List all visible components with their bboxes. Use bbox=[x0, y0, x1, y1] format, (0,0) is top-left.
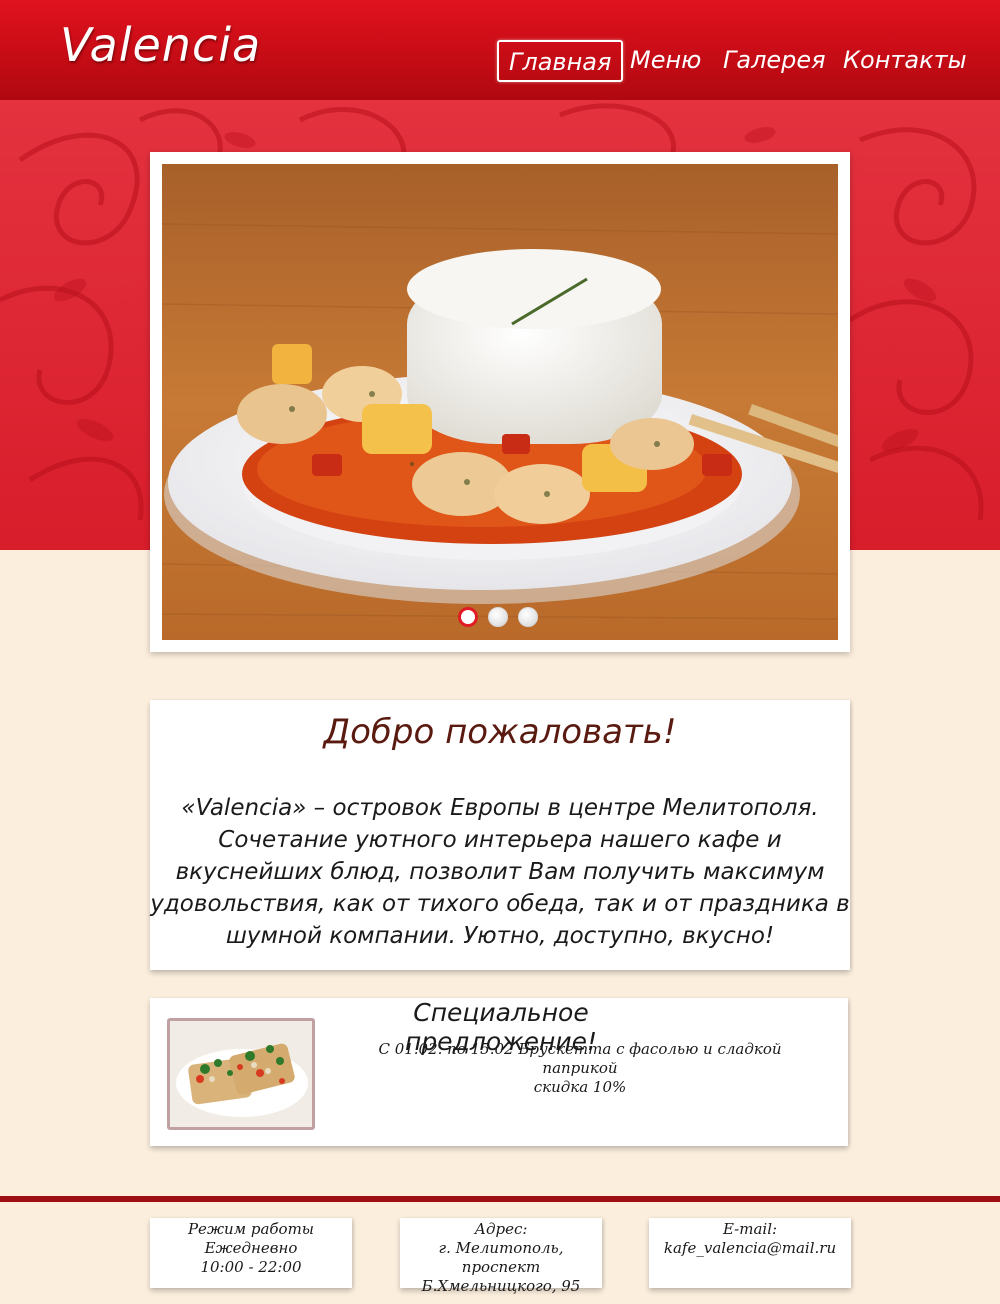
welcome-line: вкуснейших блюд, позволит Вам получить м… bbox=[175, 859, 825, 885]
email-link[interactable]: kafe_valencia@mail.ru bbox=[649, 1239, 851, 1258]
welcome-line: «Valencia» – островок Европы в центре Ме… bbox=[181, 795, 819, 821]
email-label: E-mail: bbox=[722, 1220, 778, 1238]
special-offer-panel: Специальное предложение! С 01.02. по 15.… bbox=[150, 998, 848, 1146]
welcome-line: Сочетание уютного интерьера нашего кафе … bbox=[218, 827, 782, 853]
nav-item-contacts[interactable]: Контакты bbox=[843, 40, 967, 82]
footer-divider bbox=[0, 1196, 1000, 1202]
image-slider bbox=[150, 152, 850, 652]
slider-dot-3[interactable] bbox=[518, 607, 538, 627]
slider-image bbox=[162, 164, 838, 640]
slider-dot-2[interactable] bbox=[488, 607, 508, 627]
special-offer-line: С 01.02. по 15.02 Брускетта с фасолью и … bbox=[378, 1040, 782, 1077]
address-label: Адрес: bbox=[474, 1220, 528, 1238]
footer-address-box: Адрес: г. Мелитополь, проспект Б.Хмельни… bbox=[400, 1218, 602, 1295]
welcome-line: шумной компании. Уютно, доступно, вкусно… bbox=[225, 923, 775, 949]
site-header: Valencia Главная Меню Галерея Контакты bbox=[0, 0, 1000, 100]
nav-item-home[interactable]: Главная bbox=[497, 40, 624, 82]
address-line-1: г. Мелитополь, проспект bbox=[438, 1239, 564, 1276]
nav-item-menu[interactable]: Меню bbox=[630, 40, 701, 82]
hours-time: 10:00 - 22:00 bbox=[200, 1258, 302, 1276]
nav-item-gallery[interactable]: Галерея bbox=[723, 40, 826, 82]
footer-email-box: E-mail: kafe_valencia@mail.ru bbox=[649, 1218, 851, 1288]
hours-label: Режим работы bbox=[187, 1220, 315, 1238]
slider-dot-1[interactable] bbox=[458, 607, 478, 627]
welcome-line: удовольствия, как от тихого обеда, так и… bbox=[150, 891, 850, 917]
special-offer-line: скидка 10% bbox=[533, 1078, 627, 1096]
welcome-panel: Добро пожаловать! «Valencia» – островок … bbox=[150, 700, 850, 970]
site-logo[interactable]: Valencia bbox=[60, 18, 261, 72]
special-offer-text: С 01.02. по 15.02 Брускетта с фасолью и … bbox=[360, 1040, 800, 1097]
welcome-text: «Valencia» – островок Европы в центре Ме… bbox=[150, 792, 850, 952]
address-line-2: Б.Хмельницкого, 95 bbox=[421, 1277, 581, 1295]
hours-days: Ежедневно bbox=[204, 1239, 298, 1257]
special-offer-image[interactable] bbox=[167, 1018, 315, 1130]
welcome-title: Добро пожаловать! bbox=[323, 712, 677, 752]
footer-hours-box: Режим работы Ежедневно 10:00 - 22:00 bbox=[150, 1218, 352, 1288]
